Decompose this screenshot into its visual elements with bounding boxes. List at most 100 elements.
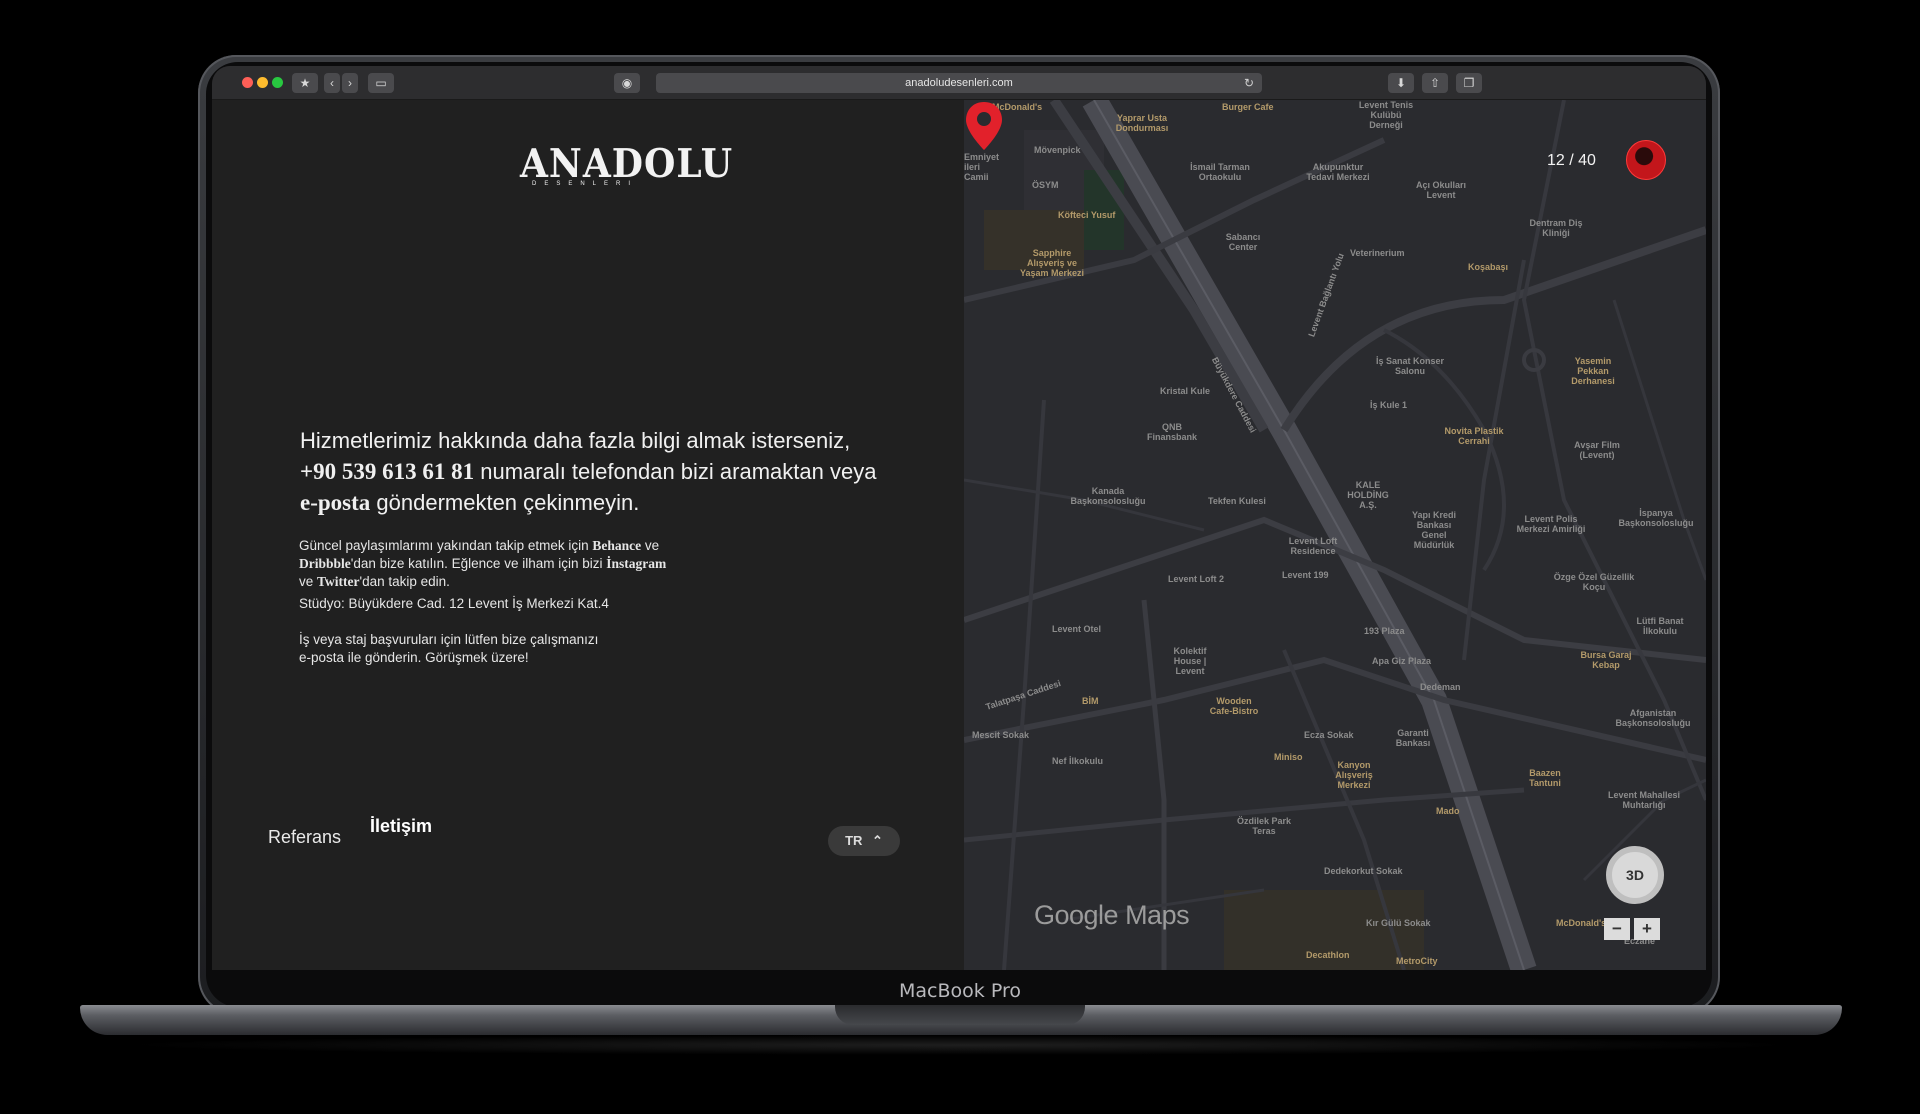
- social-text-3: 'dan bize katılın. Eğlence ve ilham için…: [350, 556, 607, 571]
- map-label[interactable]: İsmail Tarman Ortaokulu: [1182, 162, 1258, 182]
- map-label[interactable]: Kanada Başkonsolosluğu: [1066, 486, 1150, 506]
- map-label[interactable]: Baazen Tantuni: [1520, 768, 1570, 788]
- map-label[interactable]: İş Sanat Konser Salonu: [1370, 356, 1450, 376]
- map-label[interactable]: İş Kule 1: [1370, 400, 1407, 410]
- minimize-window-button[interactable]: [257, 77, 268, 88]
- map-label[interactable]: 193 Plaza: [1364, 626, 1405, 636]
- map-label[interactable]: Nef İlkokulu: [1052, 756, 1103, 766]
- zoom-window-button[interactable]: [272, 77, 283, 88]
- map-label[interactable]: Levent Mahallesi Muhtarlığı: [1604, 790, 1684, 810]
- behance-link[interactable]: Behance: [592, 538, 641, 553]
- zoom-out-button[interactable]: −: [1604, 918, 1630, 940]
- map-label[interactable]: Sapphire Alışveriş ve Yaşam Merkezi: [1014, 248, 1090, 278]
- map-label[interactable]: Mövenpick: [1034, 145, 1081, 155]
- phone-link[interactable]: +90 539 613 61 81: [300, 459, 474, 484]
- avatar[interactable]: [1626, 140, 1666, 180]
- address-bar[interactable]: anadoludesenleri.com ↻: [656, 73, 1262, 93]
- intro-line-3: göndermekten çekinmeyin.: [370, 490, 640, 515]
- map-label[interactable]: Bursa Garaj Kebap: [1576, 650, 1636, 670]
- map-label[interactable]: Özdilek Park Teras: [1234, 816, 1294, 836]
- map-label[interactable]: Burger Cafe: [1222, 102, 1274, 112]
- street-label: Eczа Sokak: [1304, 730, 1354, 740]
- intro-line-2: numaralı telefondan bizi aramaktan veya: [474, 459, 877, 484]
- downloads-icon[interactable]: ⬇: [1388, 73, 1414, 93]
- map-label[interactable]: Koşabaşı: [1468, 262, 1508, 272]
- intro-paragraph: Hizmetlerimiz hakkında daha fazla bilgi …: [300, 425, 920, 518]
- map-label[interactable]: Akupunktur Tedavi Merkezi: [1306, 162, 1370, 182]
- map-label[interactable]: Afganistan Başkonsolosluğu: [1610, 708, 1696, 728]
- map-label[interactable]: Wooden Cafe-Bistro: [1204, 696, 1264, 716]
- tabs-icon[interactable]: ❐: [1456, 73, 1482, 93]
- map-label[interactable]: İspanya Başkonsolosluğu: [1616, 508, 1696, 528]
- social-text-4: ve: [299, 574, 318, 589]
- map-label[interactable]: Emniyet ileri Camii: [964, 152, 1006, 182]
- map-label[interactable]: Kanyon Alışveriş Merkezi: [1324, 760, 1384, 790]
- map-label[interactable]: MetroCity: [1396, 956, 1438, 966]
- laptop-shadow: [120, 1035, 1800, 1055]
- back-icon[interactable]: ‹: [324, 73, 340, 93]
- language-switcher[interactable]: TR ⌃: [828, 826, 900, 856]
- map-label[interactable]: Levent 199: [1282, 570, 1329, 580]
- map-label[interactable]: Garanti Bankası: [1388, 728, 1438, 748]
- forward-icon[interactable]: ›: [342, 73, 358, 93]
- nav-referans[interactable]: Referans: [268, 827, 341, 848]
- map-label[interactable]: Levent Polis Merkezi Amirliği: [1516, 514, 1586, 534]
- map-label[interactable]: Apa Giz Plaza: [1372, 656, 1431, 666]
- map-label[interactable]: Özge Özel Güzellik Koçu: [1552, 572, 1636, 592]
- map-label[interactable]: ÖSYM: [1032, 180, 1059, 190]
- sidebar-icon[interactable]: ▭: [368, 73, 394, 93]
- jobs-line-2: e-posta ile gönderin. Görüşmek üzere!: [299, 650, 529, 665]
- map-label[interactable]: Levent Loft Residence: [1278, 536, 1348, 556]
- reload-icon[interactable]: ↻: [1244, 73, 1254, 93]
- map-label[interactable]: Dentram Diş Kliniği: [1524, 218, 1588, 238]
- map-label[interactable]: KALE HOLDİNG A.Ş.: [1338, 480, 1398, 510]
- map-label[interactable]: Levent Otel: [1052, 624, 1101, 634]
- stage: ★ ‹ › ▭ ◉ anadoludesenleri.com ↻ ⬇ ⇧ ❐ A…: [0, 0, 1920, 1114]
- map-label[interactable]: Kolektif House | Levent: [1164, 646, 1216, 676]
- extension-icon[interactable]: ◉: [614, 73, 640, 93]
- map-label[interactable]: Yasemin Pekkan Derhanesi: [1558, 356, 1628, 386]
- map-label[interactable]: Decathlon: [1306, 950, 1350, 960]
- map-label[interactable]: Lütfi Banat İlkokulu: [1630, 616, 1690, 636]
- google-map[interactable]: McDonald's Yaprar Usta Dondurması Burger…: [964, 100, 1706, 970]
- map-label[interactable]: Levent Tenis Kulübü Derneği: [1356, 100, 1416, 130]
- street-label: Dedekorkut Sokak: [1324, 866, 1403, 876]
- share-icon[interactable]: ⇧: [1422, 73, 1448, 93]
- map-label[interactable]: BİM: [1082, 696, 1099, 706]
- map-label[interactable]: Levent Loft 2: [1168, 574, 1224, 584]
- instagram-link[interactable]: İnstagram: [606, 556, 666, 571]
- twitter-link[interactable]: Twitter: [317, 574, 359, 589]
- map-label[interactable]: McDonald's: [1556, 918, 1606, 928]
- map-label[interactable]: Yapı Kredi Bankası Genel Müdürlük: [1404, 510, 1464, 550]
- google-maps-logo: Google Maps: [1034, 900, 1190, 930]
- map-label[interactable]: Tekfen Kulesi: [1208, 496, 1266, 506]
- map-label[interactable]: Avşar Film (Levent): [1562, 440, 1632, 460]
- location-pin-icon[interactable]: [964, 100, 1004, 152]
- map-label[interactable]: Sabancı Center: [1218, 232, 1268, 252]
- map-label[interactable]: Kristal Kule: [1160, 386, 1210, 396]
- email-link[interactable]: e-posta: [300, 490, 370, 515]
- map-label[interactable]: Yaprar Usta Dondurması: [1112, 113, 1172, 133]
- map-label[interactable]: Mado: [1436, 806, 1460, 816]
- map-label[interactable]: QNB Finansbank: [1142, 422, 1202, 442]
- map-label[interactable]: Dedeman: [1420, 682, 1461, 692]
- jobs-line-1: İş veya staj başvuruları için lütfen biz…: [299, 632, 599, 647]
- nav-iletisim[interactable]: İletişim: [370, 816, 432, 837]
- map-label[interactable]: Miniso: [1274, 752, 1303, 762]
- language-label: TR: [845, 833, 863, 848]
- map-label[interactable]: Köfteci Yusuf: [1058, 210, 1115, 220]
- social-text-2: ve: [641, 538, 660, 553]
- map-3d-compass[interactable]: 3D: [1606, 846, 1664, 904]
- brand-logo[interactable]: ANADOLU DESENLERI: [520, 143, 732, 187]
- bookmarks-icon[interactable]: ★: [292, 73, 318, 93]
- map-label[interactable]: Veterinerium: [1350, 248, 1405, 258]
- jobs-paragraph: İş veya staj başvuruları için lütfen biz…: [299, 631, 719, 667]
- close-window-button[interactable]: [242, 77, 253, 88]
- laptop-notch: [835, 1005, 1085, 1025]
- map-label[interactable]: Novita Plastik Cerrahi: [1444, 426, 1504, 446]
- dribbble-link[interactable]: Dribbble: [299, 556, 351, 571]
- zoom-in-button[interactable]: +: [1634, 918, 1660, 940]
- laptop-screen: ★ ‹ › ▭ ◉ anadoludesenleri.com ↻ ⬇ ⇧ ❐ A…: [212, 66, 1706, 970]
- street-label: Mescit Sokak: [972, 730, 1030, 740]
- map-label[interactable]: Açı Okulları Levent: [1408, 180, 1474, 200]
